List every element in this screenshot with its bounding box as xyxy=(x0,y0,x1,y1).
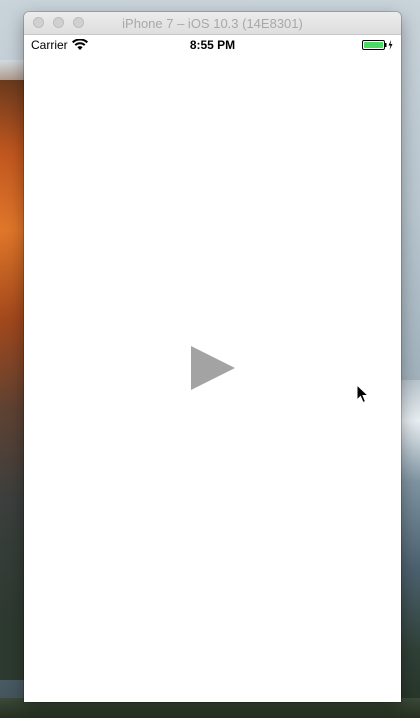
device-screen[interactable]: Carrier 8:55 PM xyxy=(24,35,401,702)
mouse-cursor-icon xyxy=(356,384,370,404)
simulator-window: iPhone 7 – iOS 10.3 (14E8301) Carrier 8:… xyxy=(24,12,401,702)
battery-charging-icon xyxy=(362,40,393,50)
window-title: iPhone 7 – iOS 10.3 (14E8301) xyxy=(122,16,303,31)
window-titlebar[interactable]: iPhone 7 – iOS 10.3 (14E8301) xyxy=(24,12,401,35)
status-time: 8:55 PM xyxy=(189,38,236,52)
play-icon[interactable] xyxy=(190,345,236,391)
status-bar: Carrier 8:55 PM xyxy=(24,35,401,55)
desktop-wallpaper: iPhone 7 – iOS 10.3 (14E8301) Carrier 8:… xyxy=(0,0,420,718)
